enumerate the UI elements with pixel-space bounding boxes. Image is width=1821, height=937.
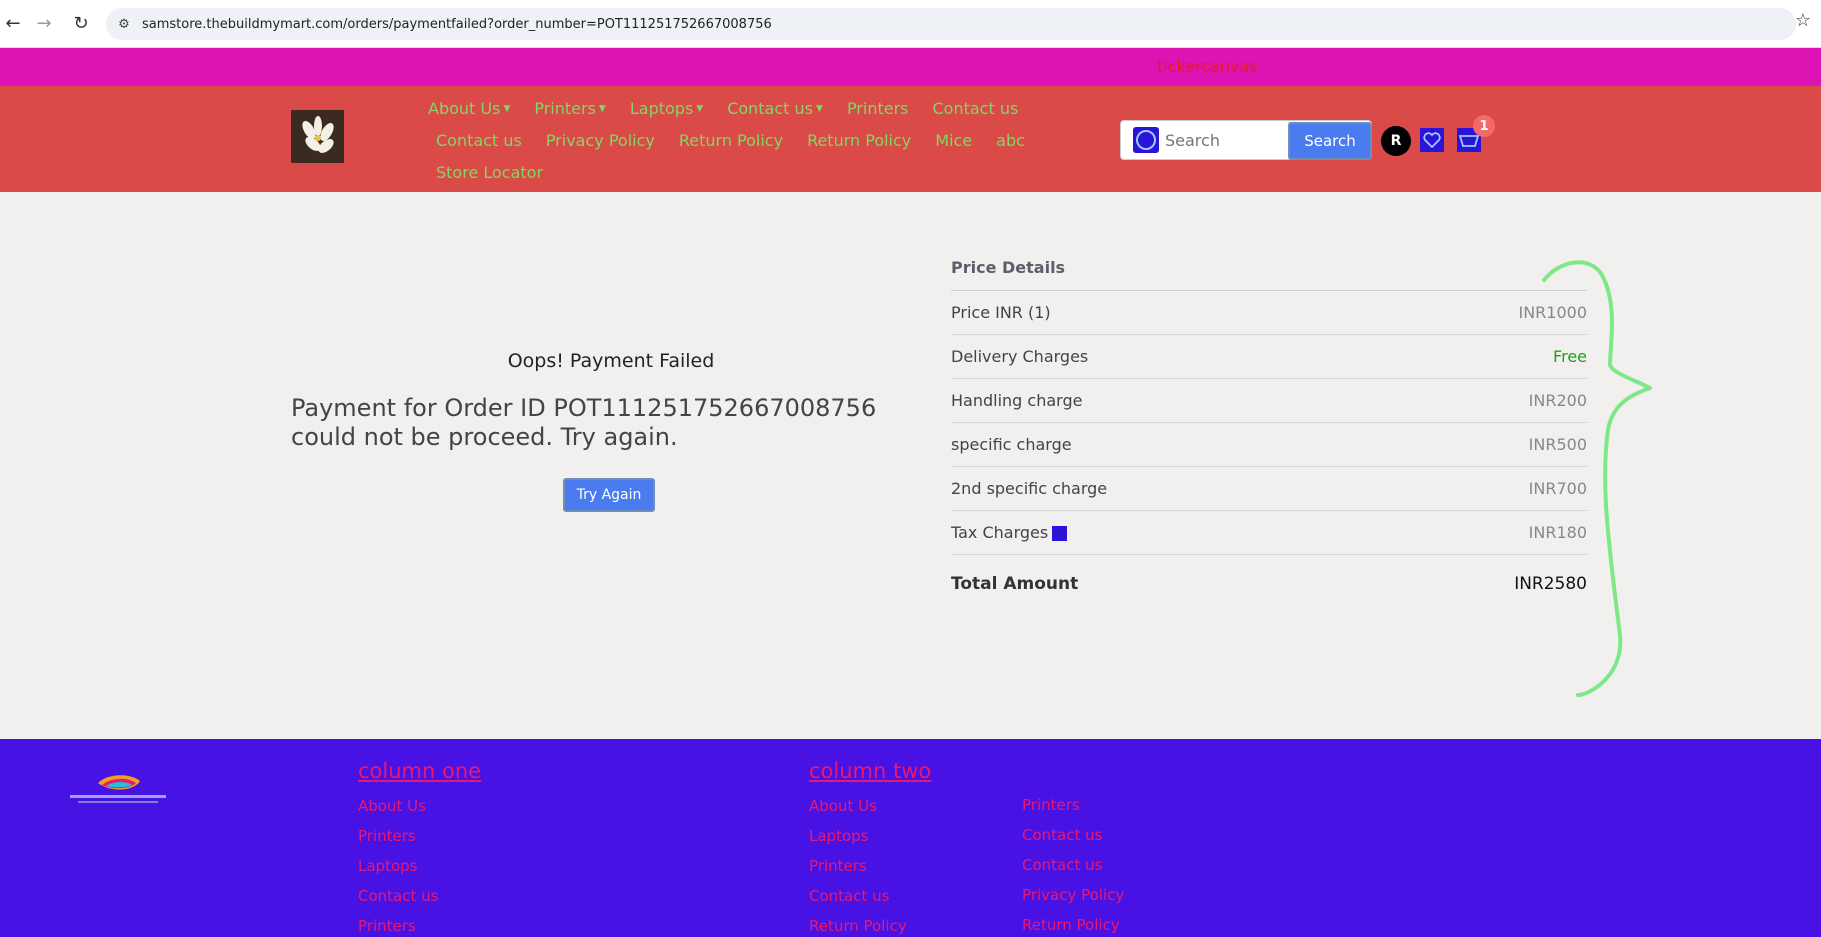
- address-bar[interactable]: ⚙ samstore.thebuildmymart.com/orders/pay…: [106, 8, 1796, 40]
- total-row: Total Amount INR2580: [951, 555, 1587, 613]
- footer-link[interactable]: Laptops: [358, 857, 481, 887]
- menu-return-policy[interactable]: Return Policy: [679, 131, 783, 150]
- footer-column-three: Printers Contact us Contact us Privacy P…: [1022, 796, 1124, 937]
- footer-column-title: column one: [358, 759, 482, 783]
- footer-link[interactable]: Contact us: [1022, 856, 1124, 886]
- menu-contact-us-2[interactable]: Contact us: [436, 131, 522, 150]
- price-row-label: Tax Charges: [951, 523, 1068, 542]
- menu-contact-us[interactable]: Contact us ▼: [727, 99, 823, 118]
- cart-count-badge: 1: [1473, 115, 1495, 137]
- main-menu: About Us ▼ Printers ▼ Laptops ▼ Contact us ▼…: [416, 92, 1056, 188]
- menu-contact-us-link[interactable]: Contact us: [933, 99, 1019, 118]
- price-row-label: specific charge: [951, 435, 1072, 454]
- footer-link[interactable]: Printers: [358, 827, 481, 857]
- url-text: samstore.thebuildmymart.com/orders/payme…: [142, 16, 772, 32]
- menu-printers-link[interactable]: Printers: [847, 99, 909, 118]
- footer-link[interactable]: Contact us: [358, 887, 481, 917]
- browser-toolbar: ← → ↻ ⚙ samstore.thebuildmymart.com/orde…: [0, 0, 1821, 48]
- footer-link[interactable]: Privacy Policy: [1022, 886, 1124, 916]
- payment-failed-panel: Oops! Payment Failed Payment for Order I…: [291, 350, 931, 512]
- footer-link[interactable]: About Us: [358, 797, 481, 827]
- price-row-label: Price INR (1): [951, 303, 1051, 322]
- footer-link[interactable]: Contact us: [809, 887, 931, 917]
- forward-arrow-icon[interactable]: →: [31, 10, 57, 36]
- bookmark-star-icon[interactable]: ☆: [1795, 10, 1811, 31]
- menu-privacy-policy[interactable]: Privacy Policy: [546, 131, 655, 150]
- menu-printers[interactable]: Printers ▼: [534, 99, 605, 118]
- footer-logo[interactable]: [68, 771, 168, 807]
- price-row: Price INR (1) INR1000: [951, 291, 1587, 335]
- price-row-label: 2nd specific charge: [951, 479, 1108, 498]
- footer-link[interactable]: About Us: [809, 797, 931, 827]
- wishlist-heart-icon[interactable]: [1420, 128, 1444, 152]
- footer-link[interactable]: Contact us: [1022, 826, 1124, 856]
- footer-link[interactable]: Return Policy: [809, 917, 931, 937]
- footer-link[interactable]: Printers: [358, 917, 481, 937]
- back-arrow-icon[interactable]: ←: [0, 10, 26, 36]
- price-details-title: Price Details: [951, 258, 1587, 291]
- price-row: 2nd specific charge INR700: [951, 467, 1587, 511]
- footer-column-one: column one About Us Printers Laptops Con…: [358, 759, 481, 937]
- menu-mice[interactable]: Mice: [935, 131, 972, 150]
- try-again-button[interactable]: Try Again: [563, 478, 655, 512]
- search-input[interactable]: [1165, 130, 1285, 150]
- menu-abc[interactable]: abc: [996, 131, 1025, 150]
- menu-row: Contact us Privacy Policy Return Policy …: [424, 124, 1056, 156]
- ticker-text: tickercanvas: [1157, 57, 1258, 76]
- footer-link[interactable]: Printers: [809, 857, 931, 887]
- menu-row: Store Locator: [424, 156, 1056, 188]
- menu-store-locator[interactable]: Store Locator: [436, 163, 543, 182]
- tax-info-icon[interactable]: [1052, 526, 1068, 541]
- site-footer: column one About Us Printers Laptops Con…: [0, 739, 1821, 937]
- price-row: specific charge INR500: [951, 423, 1587, 467]
- total-label: Total Amount: [951, 574, 1079, 594]
- search-box: Search: [1120, 120, 1372, 160]
- search-icon: [1133, 127, 1159, 153]
- reload-icon[interactable]: ↻: [68, 10, 94, 36]
- footer-link[interactable]: Return Policy: [1022, 916, 1124, 937]
- menu-return-policy-2[interactable]: Return Policy: [807, 131, 911, 150]
- payment-failed-message: Payment for Order ID POT1112517526670087…: [291, 394, 877, 451]
- curly-brace-annotation: [1542, 260, 1652, 697]
- site-header: About Us ▼ Printers ▼ Laptops ▼ Contact us ▼…: [0, 86, 1821, 192]
- search-button[interactable]: Search: [1288, 122, 1372, 160]
- footer-column-title: column two: [809, 759, 932, 783]
- site-info-icon[interactable]: ⚙: [106, 17, 142, 32]
- price-row-label: Delivery Charges: [951, 347, 1089, 366]
- footer-column-two: column two About Us Laptops Printers Con…: [809, 759, 931, 937]
- menu-about-us[interactable]: About Us ▼: [428, 99, 510, 118]
- footer-link[interactable]: Laptops: [809, 827, 931, 857]
- payment-failed-title: Oops! Payment Failed: [507, 350, 715, 372]
- price-row-label: Handling charge: [951, 391, 1083, 410]
- menu-row: About Us ▼ Printers ▼ Laptops ▼ Contact us ▼…: [416, 92, 1056, 124]
- price-row: Handling charge INR200: [951, 379, 1587, 423]
- store-logo[interactable]: [291, 110, 344, 163]
- price-details-panel: Price Details Price INR (1) INR1000 Deli…: [951, 258, 1587, 613]
- menu-laptops[interactable]: Laptops ▼: [630, 99, 703, 118]
- ticker-bar: tickercanvas: [0, 48, 1821, 86]
- footer-link[interactable]: Printers: [1022, 796, 1124, 826]
- price-row: Delivery Charges Free: [951, 335, 1587, 379]
- price-row: Tax Charges INR180: [951, 511, 1587, 555]
- avatar[interactable]: R: [1381, 126, 1411, 156]
